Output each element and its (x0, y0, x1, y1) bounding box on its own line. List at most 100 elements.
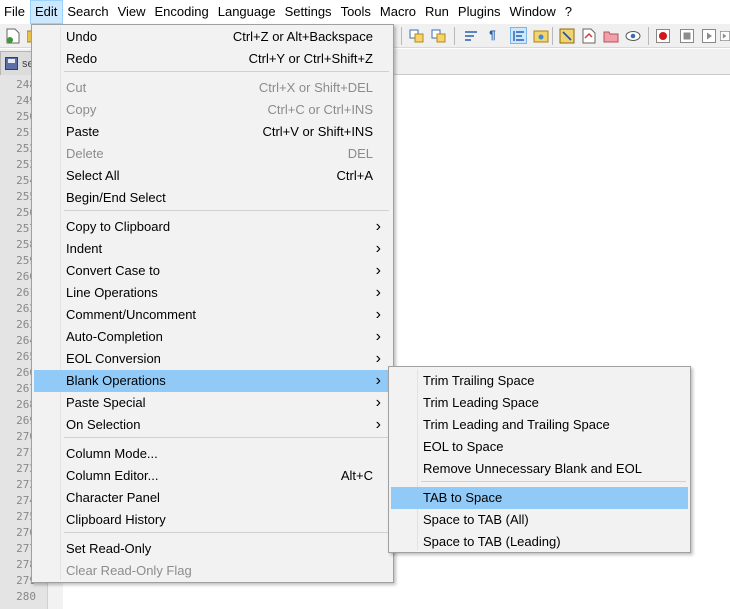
blank-ops-item-trim-trailing-space[interactable]: Trim Trailing Space (391, 370, 688, 392)
menu-item-label: On Selection (66, 417, 141, 432)
edit-menu-item-eol-conversion[interactable]: EOL Conversion › (34, 348, 391, 370)
chevron-right-icon: › (375, 416, 381, 433)
chevron-right-icon: › (375, 240, 381, 257)
indent-guide-icon[interactable] (510, 27, 527, 44)
stop-macro-icon[interactable] (678, 27, 695, 44)
chevron-right-icon: › (375, 218, 381, 235)
edit-menu-item-redo[interactable]: Redo Ctrl+Y or Ctrl+Shift+Z (34, 48, 391, 70)
menu-help[interactable]: ? (561, 0, 577, 24)
menu-separator (421, 481, 686, 482)
edit-menu-item-column-mode[interactable]: Column Mode... (34, 443, 391, 465)
edit-menu-item-cut[interactable]: Cut Ctrl+X or Shift+DEL (34, 77, 391, 99)
edit-menu-item-column-editor[interactable]: Column Editor... Alt+C (34, 465, 391, 487)
edit-menu-item-comment-uncomment[interactable]: Comment/Uncomment › (34, 304, 391, 326)
edit-menu-item-line-operations[interactable]: Line Operations › (34, 282, 391, 304)
edit-menu-item-on-selection[interactable]: On Selection › (34, 414, 391, 436)
menu-edit[interactable]: Edit (29, 0, 64, 24)
chevron-right-icon: › (375, 394, 381, 411)
menu-item-shortcut: Ctrl+C or Ctrl+INS (267, 102, 373, 117)
record-macro-icon[interactable] (654, 27, 671, 44)
edit-menu-item-auto-completion[interactable]: Auto-Completion › (34, 326, 391, 348)
edit-menu-item-clipboard-history[interactable]: Clipboard History (34, 509, 391, 531)
menu-item-label: Copy (66, 102, 97, 117)
folder-icon[interactable] (602, 27, 619, 44)
menu-item-label: Begin/End Select (66, 190, 166, 205)
menu-item-label: Trim Leading and Trailing Space (423, 417, 610, 432)
blank-ops-item-tab-to-space[interactable]: TAB to Space (391, 487, 688, 509)
blank-operations-submenu: Trim Trailing Space Trim Leading Space Tri… (388, 366, 691, 553)
sync-scroll-icon[interactable] (408, 27, 425, 44)
menu-item-shortcut: Alt+C (340, 468, 373, 483)
menu-settings[interactable]: Settings (281, 0, 337, 24)
menu-window[interactable]: Window (506, 0, 561, 24)
menu-item-label: Auto-Completion (66, 329, 163, 344)
new-file-icon[interactable] (4, 27, 21, 44)
play-macro-icon[interactable] (700, 27, 717, 44)
edit-menu-item-clear-read-only-flag[interactable]: Clear Read-Only Flag (34, 560, 391, 582)
blank-ops-item-trim-leading-and-trailing-space[interactable]: Trim Leading and Trailing Space (391, 414, 688, 436)
menu-tools[interactable]: Tools (337, 0, 376, 24)
edit-menu-item-begin-end-select[interactable]: Begin/End Select (34, 187, 391, 209)
menu-item-label: Trim Trailing Space (423, 373, 535, 388)
function-list-icon[interactable] (558, 27, 575, 44)
menu-macro[interactable]: Macro (376, 0, 421, 24)
edit-menu-item-paste[interactable]: Paste Ctrl+V or Shift+INS (34, 121, 391, 143)
menu-item-label: Column Mode... (66, 446, 158, 461)
menu-item-label: Blank Operations (66, 373, 166, 388)
menu-separator (64, 437, 389, 438)
edit-menu-item-paste-special[interactable]: Paste Special › (34, 392, 391, 414)
monitor-eye-icon[interactable] (624, 27, 641, 44)
chevron-right-icon: › (375, 372, 381, 389)
menu-item-label: Select All (66, 168, 120, 183)
menu-item-shortcut: DEL (347, 146, 373, 161)
menu-item-label: Clear Read-Only Flag (66, 563, 192, 578)
menu-run[interactable]: Run (421, 0, 454, 24)
edit-menu-item-copy-to-clipboard[interactable]: Copy to Clipboard › (34, 216, 391, 238)
blank-ops-item-space-to-tab-all[interactable]: Space to TAB (All) (391, 509, 688, 531)
menu-item-label: Character Panel (66, 490, 160, 505)
word-wrap-icon[interactable] (462, 27, 479, 44)
run-macro-multiple-icon[interactable] (720, 27, 730, 44)
edit-menu-item-indent[interactable]: Indent › (34, 238, 391, 260)
edit-menu-item-character-panel[interactable]: Character Panel (34, 487, 391, 509)
blank-ops-item-remove-unnecessary-blank-and-eol[interactable]: Remove Unnecessary Blank and EOL (391, 458, 688, 480)
menu-item-label: Paste (66, 124, 100, 139)
menu-item-label: Cut (66, 80, 87, 95)
edit-menu-item-undo[interactable]: Undo Ctrl+Z or Alt+Backspace (34, 26, 391, 48)
menu-item-shortcut: Ctrl+X or Shift+DEL (258, 80, 373, 95)
menu-plugins[interactable]: Plugins (454, 0, 506, 24)
menu-item-label: Delete (66, 146, 104, 161)
blank-ops-item-space-to-tab-leading[interactable]: Space to TAB (Leading) (391, 531, 688, 553)
chevron-right-icon: › (375, 350, 381, 367)
save-icon (5, 57, 18, 70)
chevron-right-icon: › (375, 262, 381, 279)
blank-ops-item-eol-to-space[interactable]: EOL to Space (391, 436, 688, 458)
menu-item-label: Space to TAB (Leading) (423, 534, 561, 549)
sync-scroll-h-icon[interactable] (430, 27, 447, 44)
edit-menu-item-delete[interactable]: Delete DEL (34, 143, 391, 165)
menu-encoding[interactable]: Encoding (151, 0, 214, 24)
blank-ops-item-trim-leading-space[interactable]: Trim Leading Space (391, 392, 688, 414)
menu-item-label: Undo (66, 29, 98, 44)
folder-workspace-icon[interactable] (532, 27, 549, 44)
menu-item-label: Space to TAB (All) (423, 512, 529, 527)
edit-menu-item-blank-operations[interactable]: Blank Operations › (34, 370, 391, 392)
show-all-chars-icon[interactable]: ¶ (484, 27, 501, 44)
menu-separator (64, 532, 389, 533)
edit-menu-item-convert-case-to[interactable]: Convert Case to › (34, 260, 391, 282)
menu-view[interactable]: View (114, 0, 151, 24)
menu-item-label: Convert Case to (66, 263, 160, 278)
menu-search[interactable]: Search (63, 0, 113, 24)
menu-item-label: Set Read-Only (66, 541, 152, 556)
edit-menu-item-copy[interactable]: Copy Ctrl+C or Ctrl+INS (34, 99, 391, 121)
chevron-right-icon: › (375, 306, 381, 323)
edit-menu-item-select-all[interactable]: Select All Ctrl+A (34, 165, 391, 187)
menu-separator (64, 210, 389, 211)
document-map-icon[interactable] (580, 27, 597, 44)
menu-item-label: TAB to Space (423, 490, 503, 505)
menu-item-label: EOL Conversion (66, 351, 161, 366)
menu-item-label: Clipboard History (66, 512, 166, 527)
menu-file[interactable]: File (0, 0, 30, 24)
menu-language[interactable]: Language (214, 0, 281, 24)
edit-menu-item-set-read-only[interactable]: Set Read-Only (34, 538, 391, 560)
